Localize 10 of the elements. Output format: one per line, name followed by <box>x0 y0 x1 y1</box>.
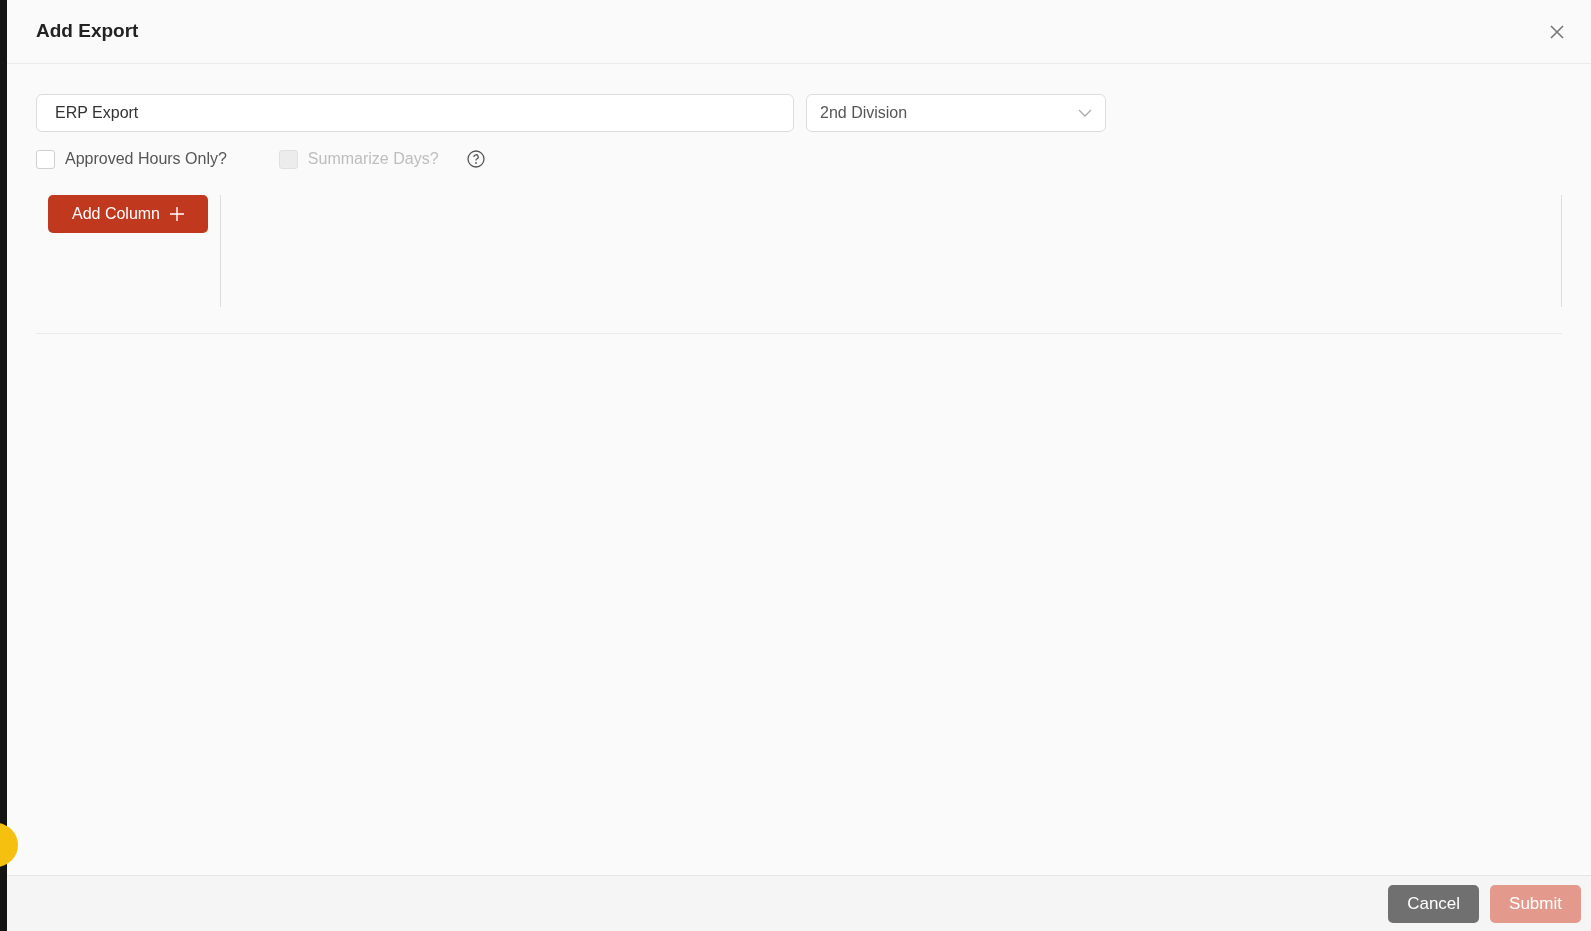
add-column-button[interactable]: Add Column <box>48 195 208 233</box>
checkbox-label: Approved Hours Only? <box>65 149 227 169</box>
checkbox[interactable] <box>36 149 55 169</box>
division-dropdown[interactable]: 2nd Division <box>806 94 1106 132</box>
checkbox-label: Summarize Days? <box>307 149 439 169</box>
chevron-down-icon <box>1078 109 1092 117</box>
plus-icon <box>170 207 184 221</box>
dialog-button[interactable]: Cancel <box>1388 884 1480 923</box>
name-field[interactable]: ERP Export <box>36 94 794 132</box>
dialog-title: Add Export <box>36 19 139 44</box>
